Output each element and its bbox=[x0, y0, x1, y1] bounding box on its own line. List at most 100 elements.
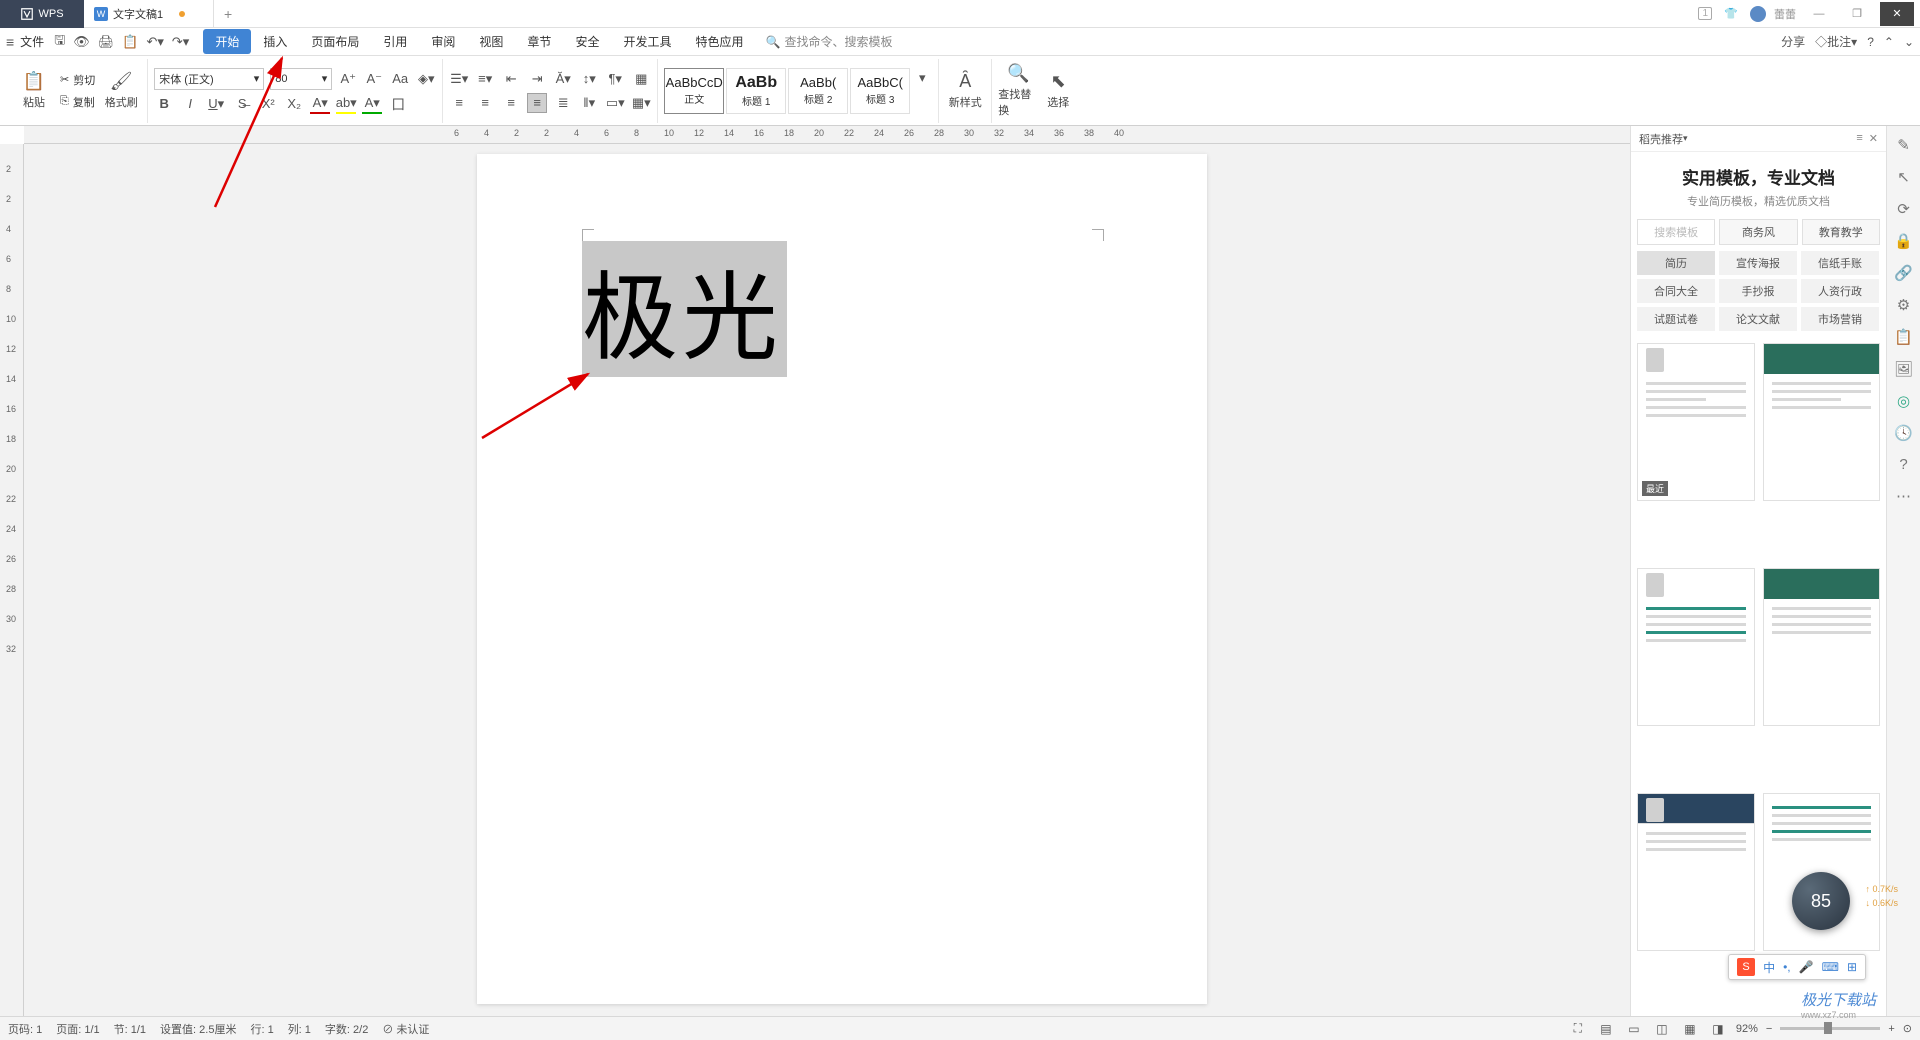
tab-start[interactable]: 开始 bbox=[203, 29, 251, 54]
showmarks-icon[interactable]: ¶▾ bbox=[605, 69, 625, 89]
view-print-icon[interactable]: ▤ bbox=[1596, 1020, 1616, 1038]
font-color-icon[interactable]: A▾ bbox=[310, 94, 330, 114]
italic-icon[interactable]: I bbox=[180, 94, 200, 114]
panel-close-icon[interactable]: ✕ bbox=[1869, 132, 1878, 145]
paste-button[interactable]: 📋粘贴 bbox=[14, 71, 54, 110]
print-icon[interactable]: 🖨 bbox=[98, 34, 115, 50]
cat-letter[interactable]: 信纸手账 bbox=[1801, 251, 1879, 275]
template-thumb[interactable] bbox=[1763, 568, 1881, 726]
save-icon[interactable]: 🖫 bbox=[54, 31, 65, 53]
undo-icon[interactable]: ↶▾ bbox=[146, 34, 163, 50]
search-command[interactable]: 🔍 查找命令、搜索模板 bbox=[765, 33, 892, 50]
superscript-icon[interactable]: X² bbox=[258, 94, 278, 114]
highlight-icon[interactable]: ab▾ bbox=[336, 94, 356, 114]
panel-title[interactable]: 稻壳推荐 bbox=[1639, 131, 1683, 147]
split-icon[interactable]: ◨ bbox=[1708, 1020, 1728, 1038]
view-web-icon[interactable]: ▦ bbox=[1680, 1020, 1700, 1038]
tab-security[interactable]: 安全 bbox=[563, 29, 611, 54]
cat-marketing[interactable]: 市场营销 bbox=[1801, 307, 1879, 331]
text-effects-icon[interactable]: Ă▾ bbox=[553, 69, 573, 89]
user-avatar[interactable] bbox=[1750, 6, 1766, 22]
redo-icon[interactable]: ↷▾ bbox=[172, 34, 189, 50]
clipboard-icon[interactable]: 📋 bbox=[1894, 328, 1913, 346]
settings-icon[interactable]: ⚙ bbox=[1897, 296, 1910, 314]
ime-punct[interactable]: •, bbox=[1783, 960, 1791, 974]
ime-lang[interactable]: 中 bbox=[1763, 959, 1775, 976]
cat-resume[interactable]: 简历 bbox=[1637, 251, 1715, 275]
outdent-icon[interactable]: ⇤ bbox=[501, 69, 521, 89]
maximize-button[interactable]: ❐ bbox=[1842, 2, 1872, 26]
zoom-value[interactable]: 92% bbox=[1736, 1023, 1758, 1035]
view-outline-icon[interactable]: ◫ bbox=[1652, 1020, 1672, 1038]
formatpainter-button[interactable]: 🖌格式刷 bbox=[101, 71, 141, 110]
styles-more-icon[interactable]: ▾ bbox=[912, 68, 932, 88]
target-icon[interactable]: ◎ bbox=[1897, 392, 1910, 410]
document-tab[interactable]: W 文字文稿1 bbox=[84, 0, 214, 28]
template-thumb[interactable]: 最近 bbox=[1637, 343, 1755, 501]
status-line[interactable]: 行: 1 bbox=[250, 1021, 273, 1037]
status-setval[interactable]: 设置值: 2.5厘米 bbox=[160, 1021, 236, 1037]
paste-icon[interactable]: 📋 bbox=[122, 34, 138, 50]
zoom-out-icon[interactable]: − bbox=[1766, 1023, 1772, 1035]
cut-button[interactable]: ✂ 剪切 bbox=[54, 71, 101, 89]
file-menu[interactable]: 文件 bbox=[20, 33, 44, 50]
status-page-ord[interactable]: 页码: 1 bbox=[8, 1021, 42, 1037]
collapse-ribbon-icon[interactable]: ⌃ bbox=[1884, 35, 1894, 49]
cat-poster[interactable]: 宣传海报 bbox=[1719, 251, 1797, 275]
template-thumb[interactable] bbox=[1763, 343, 1881, 501]
newstyle-button[interactable]: Ȃ新样式 bbox=[945, 71, 985, 110]
fit-icon[interactable]: ⊙ bbox=[1903, 1022, 1912, 1035]
underline-icon[interactable]: U▾ bbox=[206, 94, 226, 114]
tab-pagelayout[interactable]: 页面布局 bbox=[299, 29, 371, 54]
tab-review[interactable]: 审阅 bbox=[419, 29, 467, 54]
lock-icon[interactable]: 🔒 bbox=[1894, 232, 1913, 250]
findreplace-button[interactable]: 🔍查找替换 bbox=[998, 63, 1038, 118]
cat-exam[interactable]: 试题试卷 bbox=[1637, 307, 1715, 331]
image-icon[interactable]: 🖼 bbox=[1894, 360, 1913, 378]
align-right-icon[interactable]: ≡ bbox=[501, 93, 521, 113]
style-heading1[interactable]: AaBb标题 1 bbox=[726, 68, 786, 114]
panel-tab-education[interactable]: 教育教学 bbox=[1802, 219, 1880, 245]
tab-section[interactable]: 章节 bbox=[515, 29, 563, 54]
cat-hr[interactable]: 人资行政 bbox=[1801, 279, 1879, 303]
align-center-icon[interactable]: ≡ bbox=[475, 93, 495, 113]
font-size-select[interactable]: 80▾ bbox=[270, 68, 332, 90]
status-auth[interactable]: ⊘ 未认证 bbox=[382, 1021, 429, 1037]
horizontal-ruler[interactable]: 642246810121416182022242628303234363840 bbox=[24, 126, 1630, 144]
text-selection[interactable]: 极光 bbox=[582, 241, 787, 377]
cat-thesis[interactable]: 论文文献 bbox=[1719, 307, 1797, 331]
zoom-slider[interactable] bbox=[1780, 1027, 1880, 1030]
ime-grid-icon[interactable]: ⊞ bbox=[1847, 960, 1857, 974]
tab-references[interactable]: 引用 bbox=[371, 29, 419, 54]
print-preview-icon[interactable]: 👁 bbox=[73, 34, 90, 50]
subscript-icon[interactable]: X₂ bbox=[284, 94, 304, 114]
template-thumb[interactable] bbox=[1637, 793, 1755, 951]
view-read-icon[interactable]: ▭ bbox=[1624, 1020, 1644, 1038]
page[interactable]: 极光 bbox=[477, 154, 1207, 1004]
table-icon[interactable]: ▦ bbox=[631, 69, 651, 89]
close-button[interactable]: ✕ bbox=[1880, 2, 1914, 26]
tab-insert[interactable]: 插入 bbox=[251, 29, 299, 54]
bold-icon[interactable]: B bbox=[154, 94, 174, 114]
history-icon[interactable]: 🕓 bbox=[1894, 424, 1913, 442]
comment-button[interactable]: ◇批注▾ bbox=[1815, 33, 1857, 50]
tab-special[interactable]: 特色应用 bbox=[683, 29, 755, 54]
vertical-ruler[interactable]: 22468101214161820222426283032 bbox=[0, 144, 24, 1016]
help-icon[interactable]: ? bbox=[1867, 35, 1874, 49]
tab-view[interactable]: 视图 bbox=[467, 29, 515, 54]
template-thumb[interactable] bbox=[1637, 568, 1755, 726]
style-normal[interactable]: AaBbCcD正文 bbox=[664, 68, 724, 114]
performance-widget[interactable]: 85 ↑ 0.7K/s↓ 0.6K/s bbox=[1792, 872, 1850, 930]
distribute-icon[interactable]: ≣ bbox=[553, 93, 573, 113]
line-spacing-icon[interactable]: ‖▾ bbox=[579, 93, 599, 113]
select-button[interactable]: ⬉选择 bbox=[1038, 63, 1078, 118]
style-heading3[interactable]: AaBbC(标题 3 bbox=[850, 68, 910, 114]
sort-icon[interactable]: ↕▾ bbox=[579, 69, 599, 89]
notification-badge[interactable]: 1 bbox=[1698, 7, 1712, 20]
wps-logo[interactable]: WPS bbox=[0, 0, 84, 28]
char-border-icon[interactable]: 囗 bbox=[388, 94, 408, 114]
cat-handcopy[interactable]: 手抄报 bbox=[1719, 279, 1797, 303]
numbering-icon[interactable]: ≡▾ bbox=[475, 69, 495, 89]
apparel-icon[interactable]: 👕 bbox=[1720, 4, 1742, 24]
shrink-font-icon[interactable]: A⁻ bbox=[364, 69, 384, 89]
